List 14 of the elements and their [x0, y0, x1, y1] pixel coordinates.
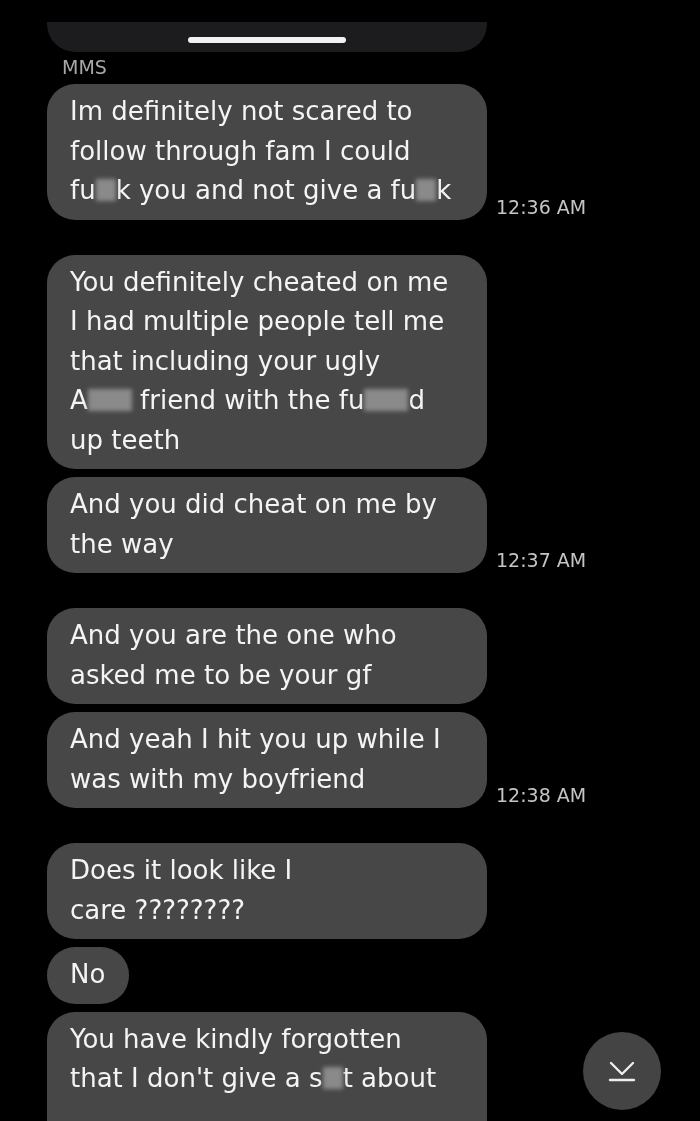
chevron-down-icon — [608, 1060, 636, 1082]
message-bubble[interactable]: And you did cheat on me by the way — [47, 477, 487, 573]
message-bubble[interactable]: No — [47, 947, 130, 1004]
message-bubble[interactable]: You definitely cheated on me I had multiple people tell me that including your ugly A friend with the fu d up teeth — [47, 254, 487, 469]
message-bubble[interactable]: Does it look like I care ???????? — [47, 843, 487, 939]
message-type-label: MMS — [62, 56, 107, 78]
timestamp: 12:38 AM — [496, 784, 587, 806]
message-bubble[interactable]: And yeah I hit you up while I was with my boyfriend — [47, 712, 487, 808]
message-bubble[interactable]: You have kindly forgotten that I don't give a s t about — [47, 1011, 487, 1121]
timestamp: 12:37 AM — [496, 549, 587, 571]
message-bubble[interactable]: Im definitely not scared to follow through fam I could fu k you and not give a fu k — [47, 84, 487, 220]
message-bubble[interactable]: And you are the one who asked me to be your gf — [47, 608, 487, 704]
drag-handle[interactable] — [188, 37, 346, 43]
timestamp: 12:36 AM — [496, 195, 587, 218]
